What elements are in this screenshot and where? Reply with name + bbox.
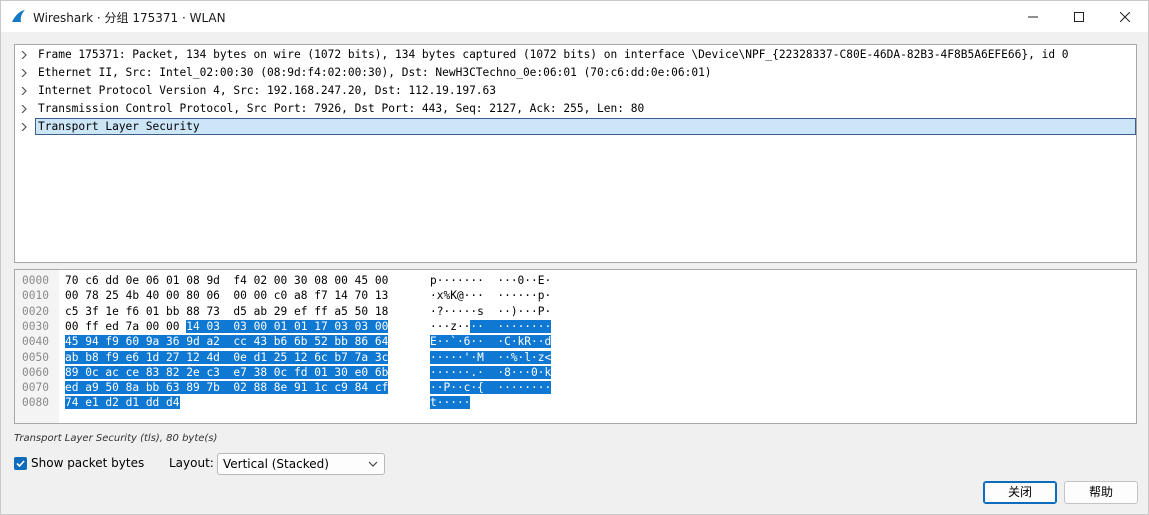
tree-item-frame[interactable]: Frame 175371: Packet, 134 bytes on wire … [15,46,1136,64]
maximize-button[interactable] [1056,1,1102,32]
hex-row[interactable]: 0040 45 94 f9 60 9a 36 9d a2 cc 43 b6 6b … [15,334,1136,349]
hex-ascii[interactable]: ······.· ·8···0·k [430,365,552,380]
status-text: Transport Layer Security (tls), 80 byte(… [14,433,218,444]
hex-bytes[interactable]: 00 78 25 4b 40 00 80 06 00 00 c0 a8 f7 1… [65,288,388,303]
hex-row[interactable]: 0020 c5 3f 1e f6 01 bb 88 73 d5 ab 29 ef … [15,304,1136,319]
hex-row[interactable]: 0030 00 ff ed 7a 00 00 14 03 03 00 01 01 … [15,319,1136,334]
show-packet-bytes-label[interactable]: Show packet bytes [31,456,144,470]
hex-ascii-highlighted[interactable]: E··`·6·· ·C·kR··d [430,335,552,349]
hex-ascii-plain[interactable]: ···z·· [430,320,470,333]
hex-bytes-highlighted[interactable]: 89 0c ac ce 83 82 2e c3 e7 38 0c fd 01 3… [65,365,389,379]
hex-bytes[interactable]: 74 e1 d2 d1 dd d4 [65,395,180,410]
hex-ascii[interactable]: ·····'·M ··%·l·z< [430,350,552,365]
hex-bytes[interactable]: 89 0c ac ce 83 82 2e c3 e7 38 0c fd 01 3… [65,365,389,380]
minimize-button[interactable] [1010,1,1056,32]
hex-bytes-highlighted[interactable]: 14 03 03 00 01 01 17 03 03 00 [186,319,389,333]
tree-item-tcp[interactable]: Transmission Control Protocol, Src Port:… [15,100,1136,118]
hex-ascii[interactable]: E··`·6·· ·C·kR··d [430,334,552,349]
hex-offset: 0080 [22,396,49,410]
hex-bytes[interactable]: 70 c6 dd 0e 06 01 08 9d f4 02 00 30 08 0… [65,273,388,288]
hex-offset: 0070 [22,381,49,395]
packet-bytes-pane[interactable]: 0000 70 c6 dd 0e 06 01 08 9d f4 02 00 30 … [14,269,1137,424]
hex-row[interactable]: 0080 74 e1 d2 d1 dd d4 t····· [15,395,1136,410]
packet-details-tree[interactable]: Frame 175371: Packet, 134 bytes on wire … [14,44,1137,263]
tree-item-ipv4[interactable]: Internet Protocol Version 4, Src: 192.16… [15,82,1136,100]
layout-select[interactable]: Vertical (Stacked) [217,453,385,475]
hex-bytes-plain[interactable]: 70 c6 dd 0e 06 01 08 9d f4 02 00 30 08 0… [65,274,388,287]
chevron-right-icon[interactable] [20,69,28,77]
maximize-icon [1074,11,1084,22]
tree-item-label: Transmission Control Protocol, Src Port:… [38,102,645,115]
hex-bytes-plain[interactable]: c5 3f 1e f6 01 bb 88 73 d5 ab 29 ef ff a… [65,305,388,318]
close-button[interactable]: 关闭 [983,481,1057,504]
tree-item-label: Frame 175371: Packet, 134 bytes on wire … [38,48,1069,61]
close-window-button[interactable] [1102,1,1148,32]
hex-bytes[interactable]: ed a9 50 8a bb 63 89 7b 02 88 8e 91 1c c… [65,380,389,395]
hex-bytes-highlighted[interactable]: ab b8 f9 e6 1d 27 12 4d 0e d1 25 12 6c b… [65,350,389,364]
hex-row[interactable]: 0000 70 c6 dd 0e 06 01 08 9d f4 02 00 30 … [15,273,1136,288]
tree-item-tls[interactable]: Transport Layer Security [15,118,1136,136]
show-packet-bytes-checkbox[interactable] [14,457,27,470]
hex-offset: 0060 [22,365,49,379]
hex-offset: 0050 [22,350,49,364]
chevron-right-icon[interactable] [20,87,28,95]
tree-item-label: Ethernet II, Src: Intel_02:00:30 (08:9d:… [38,66,712,79]
hex-offset: 0020 [22,304,49,318]
hex-ascii[interactable]: ··P··c·{ ········ [430,380,552,395]
chevron-right-icon[interactable] [20,51,28,59]
packet-dialog-window: Wireshark · 分组 175371 · WLAN Frame 17537… [0,0,1149,515]
tree-item-label: Internet Protocol Version 4, Src: 192.16… [38,84,497,97]
hex-row[interactable]: 0050 ab b8 f9 e6 1d 27 12 4d 0e d1 25 12 … [15,350,1136,365]
help-button[interactable]: 帮助 [1064,481,1138,504]
tree-item-ethernet[interactable]: Ethernet II, Src: Intel_02:00:30 (08:9d:… [15,64,1136,82]
hex-offset: 0010 [22,289,49,303]
hex-row[interactable]: 0070 ed a9 50 8a bb 63 89 7b 02 88 8e 91 … [15,380,1136,395]
hex-ascii-highlighted[interactable]: ·· ········ [470,319,552,333]
close-icon [1120,11,1130,22]
hex-ascii[interactable]: ·x%K@··· ······p· [430,288,551,303]
hex-bytes-plain[interactable]: 00 78 25 4b 40 00 80 06 00 00 c0 a8 f7 1… [65,289,388,302]
hex-bytes[interactable]: c5 3f 1e f6 01 bb 88 73 d5 ab 29 ef ff a… [65,304,388,319]
minimize-icon [1028,16,1038,17]
hex-bytes-plain[interactable]: 00 ff ed 7a 00 00 [65,320,186,333]
title-bar[interactable]: Wireshark · 分组 175371 · WLAN [1,1,1148,32]
hex-bytes-highlighted[interactable]: ed a9 50 8a bb 63 89 7b 02 88 8e 91 1c c… [65,381,389,395]
hex-ascii[interactable]: t····· [430,395,471,410]
hex-bytes-highlighted[interactable]: 74 e1 d2 d1 dd d4 [65,396,180,410]
hex-ascii[interactable]: ···z···· ········ [430,319,552,334]
hex-offset: 0030 [22,319,49,333]
hex-offset: 0040 [22,335,49,349]
hex-offset: 0000 [22,274,49,287]
hex-ascii-highlighted[interactable]: ······.· ·8···0·k [430,365,552,379]
layout-select-value: Vertical (Stacked) [223,457,329,471]
chevron-right-icon[interactable] [20,123,28,131]
checkmark-icon [16,460,25,468]
wireshark-fin-icon [12,10,25,22]
hex-ascii-plain[interactable]: ·?·····s ··)···P· [430,305,551,318]
chevron-right-icon[interactable] [20,105,28,113]
hex-bytes[interactable]: 45 94 f9 60 9a 36 9d a2 cc 43 b6 6b 52 b… [65,334,389,349]
hex-bytes[interactable]: 00 ff ed 7a 00 00 14 03 03 00 01 01 17 0… [65,319,389,334]
hex-ascii-plain[interactable]: p······· ···0··E· [430,274,551,287]
window-title: Wireshark · 分组 175371 · WLAN [33,11,226,25]
hex-ascii-plain[interactable]: ·x%K@··· ······p· [430,289,551,302]
hex-row[interactable]: 0060 89 0c ac ce 83 82 2e c3 e7 38 0c fd … [15,365,1136,380]
hex-row[interactable]: 0010 00 78 25 4b 40 00 80 06 00 00 c0 a8 … [15,288,1136,303]
hex-bytes-highlighted[interactable]: 45 94 f9 60 9a 36 9d a2 cc 43 b6 6b 52 b… [65,335,389,349]
hex-ascii-highlighted[interactable]: t····· [430,396,471,410]
selection-highlight [35,118,1136,135]
hex-bytes[interactable]: ab b8 f9 e6 1d 27 12 4d 0e d1 25 12 6c b… [65,350,389,365]
tree-item-label: Transport Layer Security [38,120,200,133]
hex-ascii-highlighted[interactable]: ··P··c·{ ········ [430,381,552,395]
layout-label: Layout: [169,456,214,470]
chevron-down-icon [368,461,378,467]
hex-ascii[interactable]: p······· ···0··E· [430,273,551,288]
hex-ascii-highlighted[interactable]: ·····'·M ··%·l·z< [430,350,552,364]
hex-ascii[interactable]: ·?·····s ··)···P· [430,304,551,319]
